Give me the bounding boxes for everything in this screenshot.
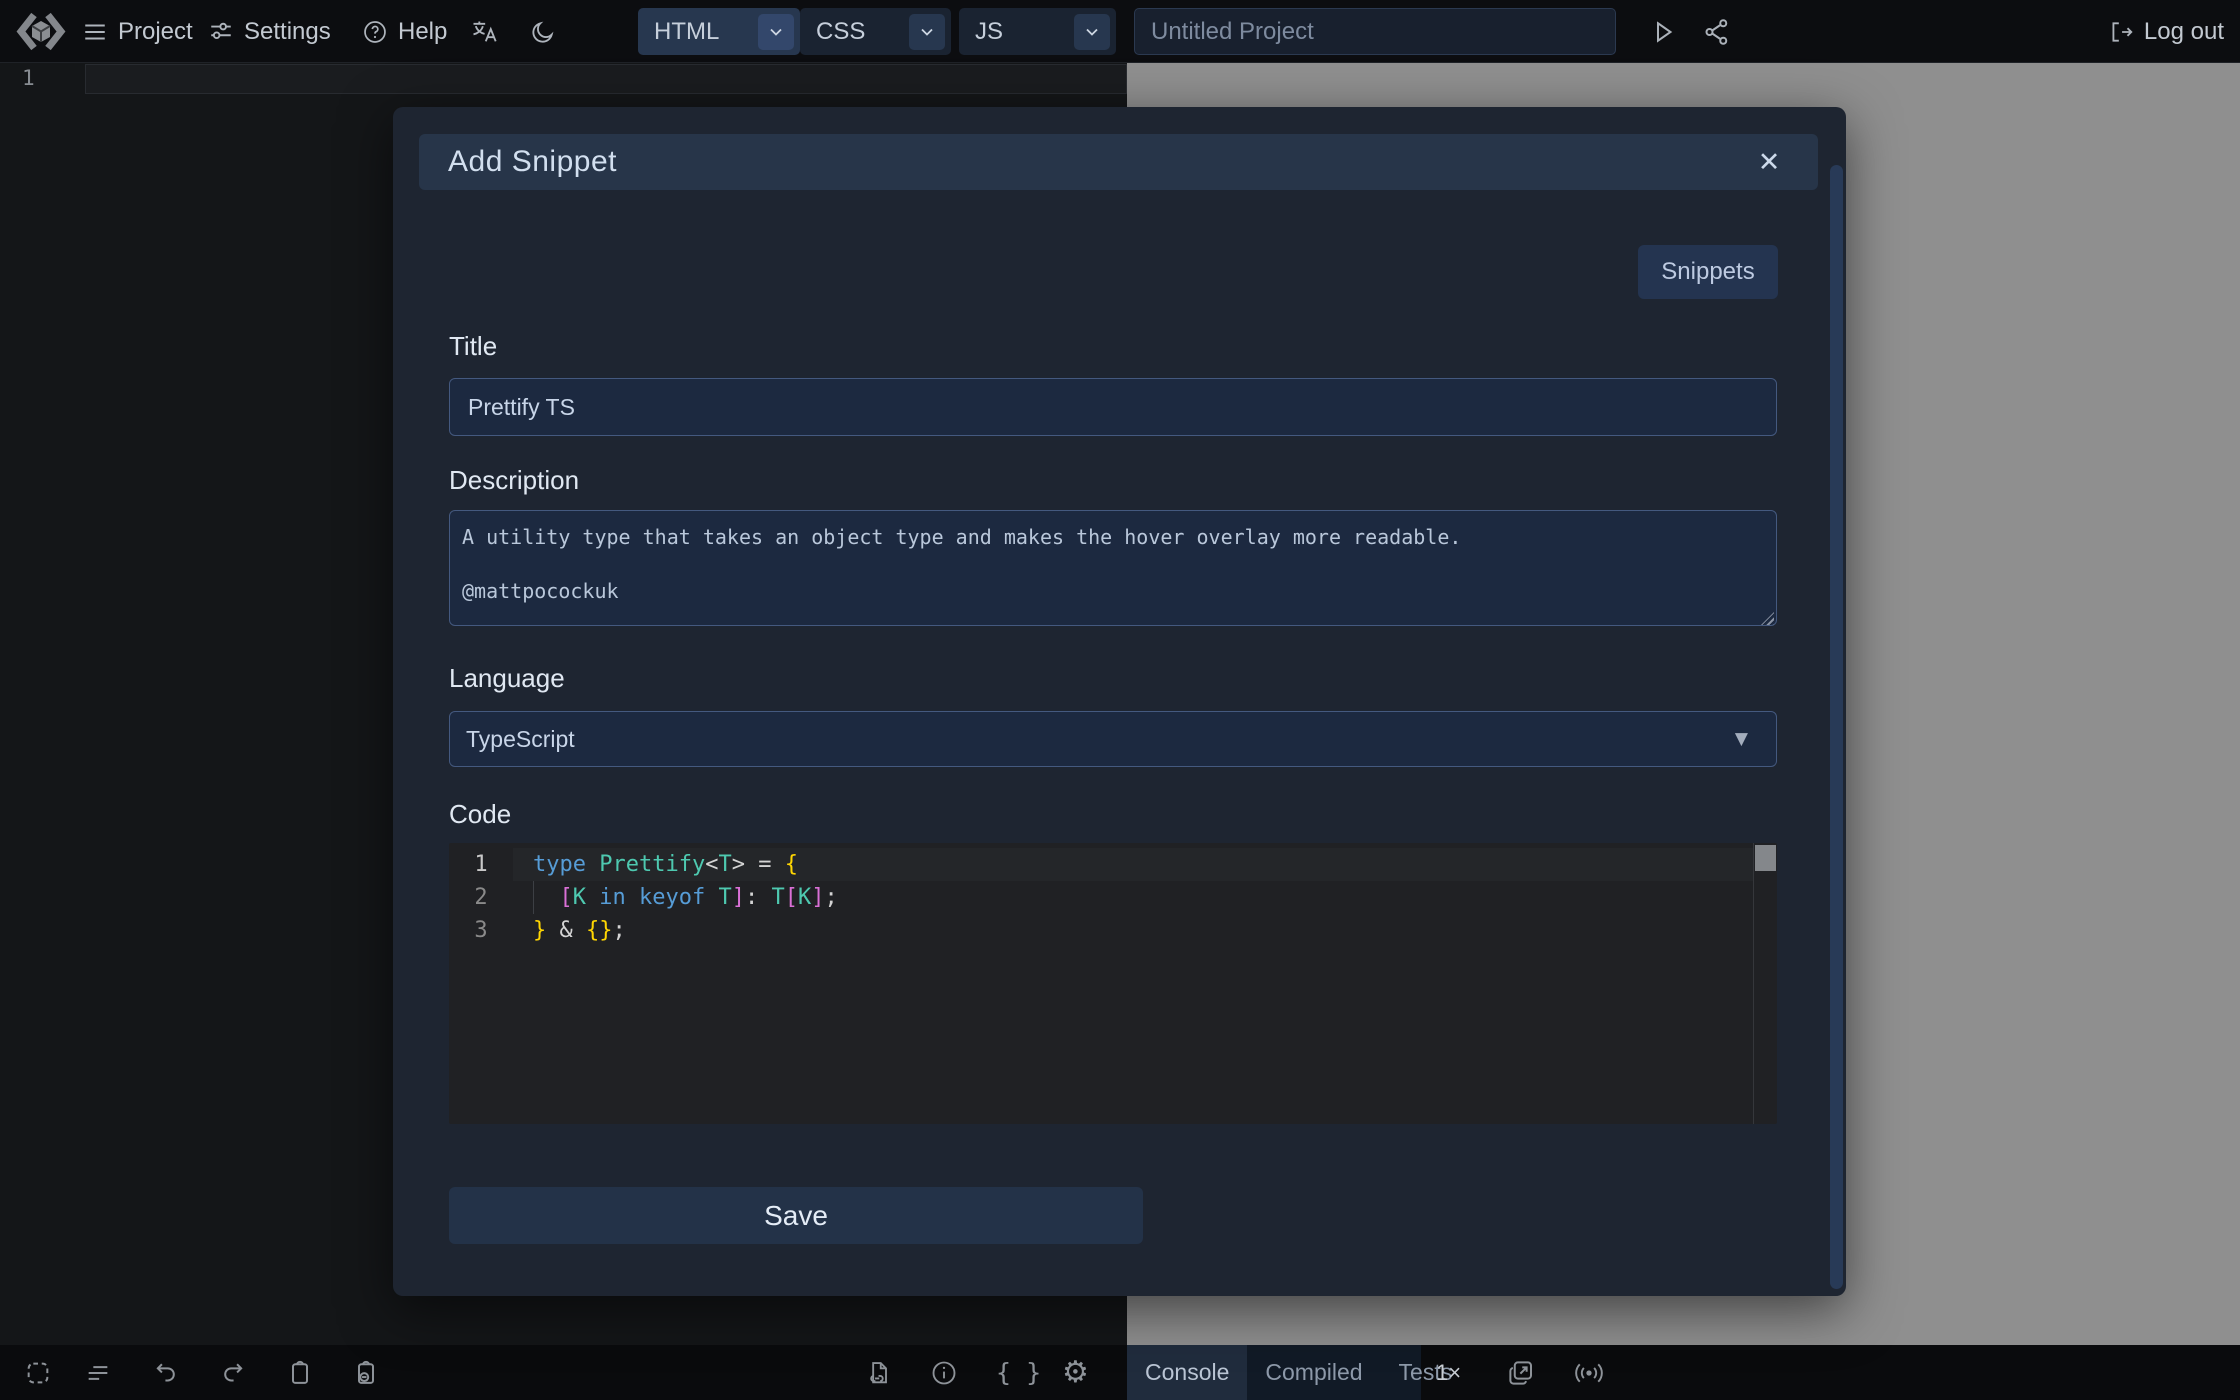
gear-icon[interactable]: ⚙ <box>1062 1345 1089 1400</box>
code-line[interactable]: 2 [K in keyof T]: T[K]; <box>449 881 1777 914</box>
bottom-toolbar: { } ⚙ Console Compiled Tests 1× <box>0 1345 2240 1400</box>
chevron-down-icon[interactable] <box>909 14 945 50</box>
translate-button[interactable] <box>470 0 498 63</box>
code-editor[interactable]: 1type Prettify<T> = {2 [K in keyof T]: T… <box>449 843 1777 1124</box>
chevron-down-icon[interactable] <box>1074 14 1110 50</box>
code-scrollbar-thumb[interactable] <box>1755 845 1776 871</box>
description-label: Description <box>449 465 579 496</box>
file-link-icon[interactable] <box>865 1345 893 1400</box>
share-button[interactable] <box>1702 0 1732 63</box>
indent-guide <box>533 881 534 914</box>
logout-button[interactable]: Log out <box>2108 0 2224 63</box>
chevron-down-icon[interactable] <box>758 14 794 50</box>
close-icon[interactable]: ✕ <box>1746 134 1792 190</box>
format-code-icon[interactable] <box>84 1345 112 1400</box>
code-editor-lines: 1type Prettify<T> = {2 [K in keyof T]: T… <box>449 848 1777 947</box>
snippets-button[interactable]: Snippets <box>1638 245 1778 299</box>
zoom-level-label[interactable]: 1× <box>1436 1345 1461 1400</box>
pane-select-js[interactable]: JS <box>959 8 1116 55</box>
menu-settings[interactable]: Settings <box>208 0 331 63</box>
redo-icon[interactable] <box>219 1345 247 1400</box>
braces-icon[interactable]: { } <box>996 1345 1041 1400</box>
pane-html-label: HTML <box>654 18 719 46</box>
code-scrollbar-track <box>1753 843 1754 1124</box>
code-line-number: 2 <box>449 881 513 914</box>
help-circle-icon <box>362 19 388 45</box>
popout-icon[interactable] <box>1506 1345 1536 1400</box>
theme-toggle[interactable] <box>530 0 556 63</box>
tab-console[interactable]: Console <box>1127 1345 1247 1400</box>
menu-project[interactable]: Project <box>82 0 193 63</box>
code-line-number: 3 <box>449 914 513 947</box>
code-line-content: } & {}; <box>513 914 1753 947</box>
menu-settings-label: Settings <box>244 18 331 46</box>
language-select[interactable]: TypeScript ▼ <box>449 711 1777 767</box>
top-toolbar: Project Settings Help HTML <box>0 0 2240 63</box>
code-line-content: [K in keyof T]: T[K]; <box>513 881 1753 914</box>
modal-scrollbar-thumb[interactable] <box>1830 165 1843 1289</box>
live-broadcast-icon[interactable] <box>1572 1345 1606 1400</box>
code-line-number: 1 <box>449 848 513 881</box>
copy-icon[interactable] <box>286 1345 314 1400</box>
project-name-input[interactable] <box>1134 8 1616 55</box>
language-label: Language <box>449 663 565 694</box>
app-logo-icon[interactable] <box>12 9 70 54</box>
menu-project-label: Project <box>118 18 193 46</box>
title-label: Title <box>449 331 497 362</box>
logout-label: Log out <box>2144 18 2224 46</box>
pane-css-label: CSS <box>816 18 865 46</box>
translate-icon <box>470 18 498 46</box>
editor-current-line[interactable] <box>85 64 1127 94</box>
modal-header: Add Snippet ✕ <box>419 134 1818 190</box>
undo-icon[interactable] <box>152 1345 180 1400</box>
playground-app: Project Settings Help HTML <box>0 0 2240 1400</box>
modal-title: Add Snippet <box>419 145 617 179</box>
pane-select-html[interactable]: HTML <box>638 8 800 55</box>
code-line[interactable]: 3} & {}; <box>449 914 1777 947</box>
add-snippet-modal: Add Snippet ✕ Snippets Title Description… <box>393 107 1846 1296</box>
pane-js-label: JS <box>975 18 1003 46</box>
title-input[interactable] <box>449 378 1777 436</box>
dropdown-arrow-icon: ▼ <box>1735 729 1748 749</box>
hamburger-icon <box>82 19 108 45</box>
pane-select-css[interactable]: CSS <box>800 8 951 55</box>
paste-icon[interactable] <box>352 1345 380 1400</box>
code-line-content: type Prettify<T> = { <box>513 848 1753 881</box>
editor-line-number: 1 <box>22 66 35 90</box>
logout-icon <box>2108 19 2134 45</box>
code-line[interactable]: 1type Prettify<T> = { <box>449 848 1777 881</box>
selection-icon[interactable] <box>24 1345 52 1400</box>
info-icon[interactable] <box>930 1345 958 1400</box>
menu-help-label: Help <box>398 18 447 46</box>
tab-compiled[interactable]: Compiled <box>1247 1345 1380 1400</box>
moon-icon <box>530 19 556 45</box>
sliders-icon <box>208 19 234 45</box>
description-textarea[interactable]: A utility type that takes an object type… <box>449 510 1777 626</box>
language-selected-value: TypeScript <box>450 726 575 753</box>
output-tabs: Console Compiled Tests <box>1127 1345 1421 1400</box>
run-button[interactable] <box>1648 0 1678 63</box>
menu-help[interactable]: Help <box>362 0 447 63</box>
save-button[interactable]: Save <box>449 1187 1143 1244</box>
code-label: Code <box>449 799 511 830</box>
